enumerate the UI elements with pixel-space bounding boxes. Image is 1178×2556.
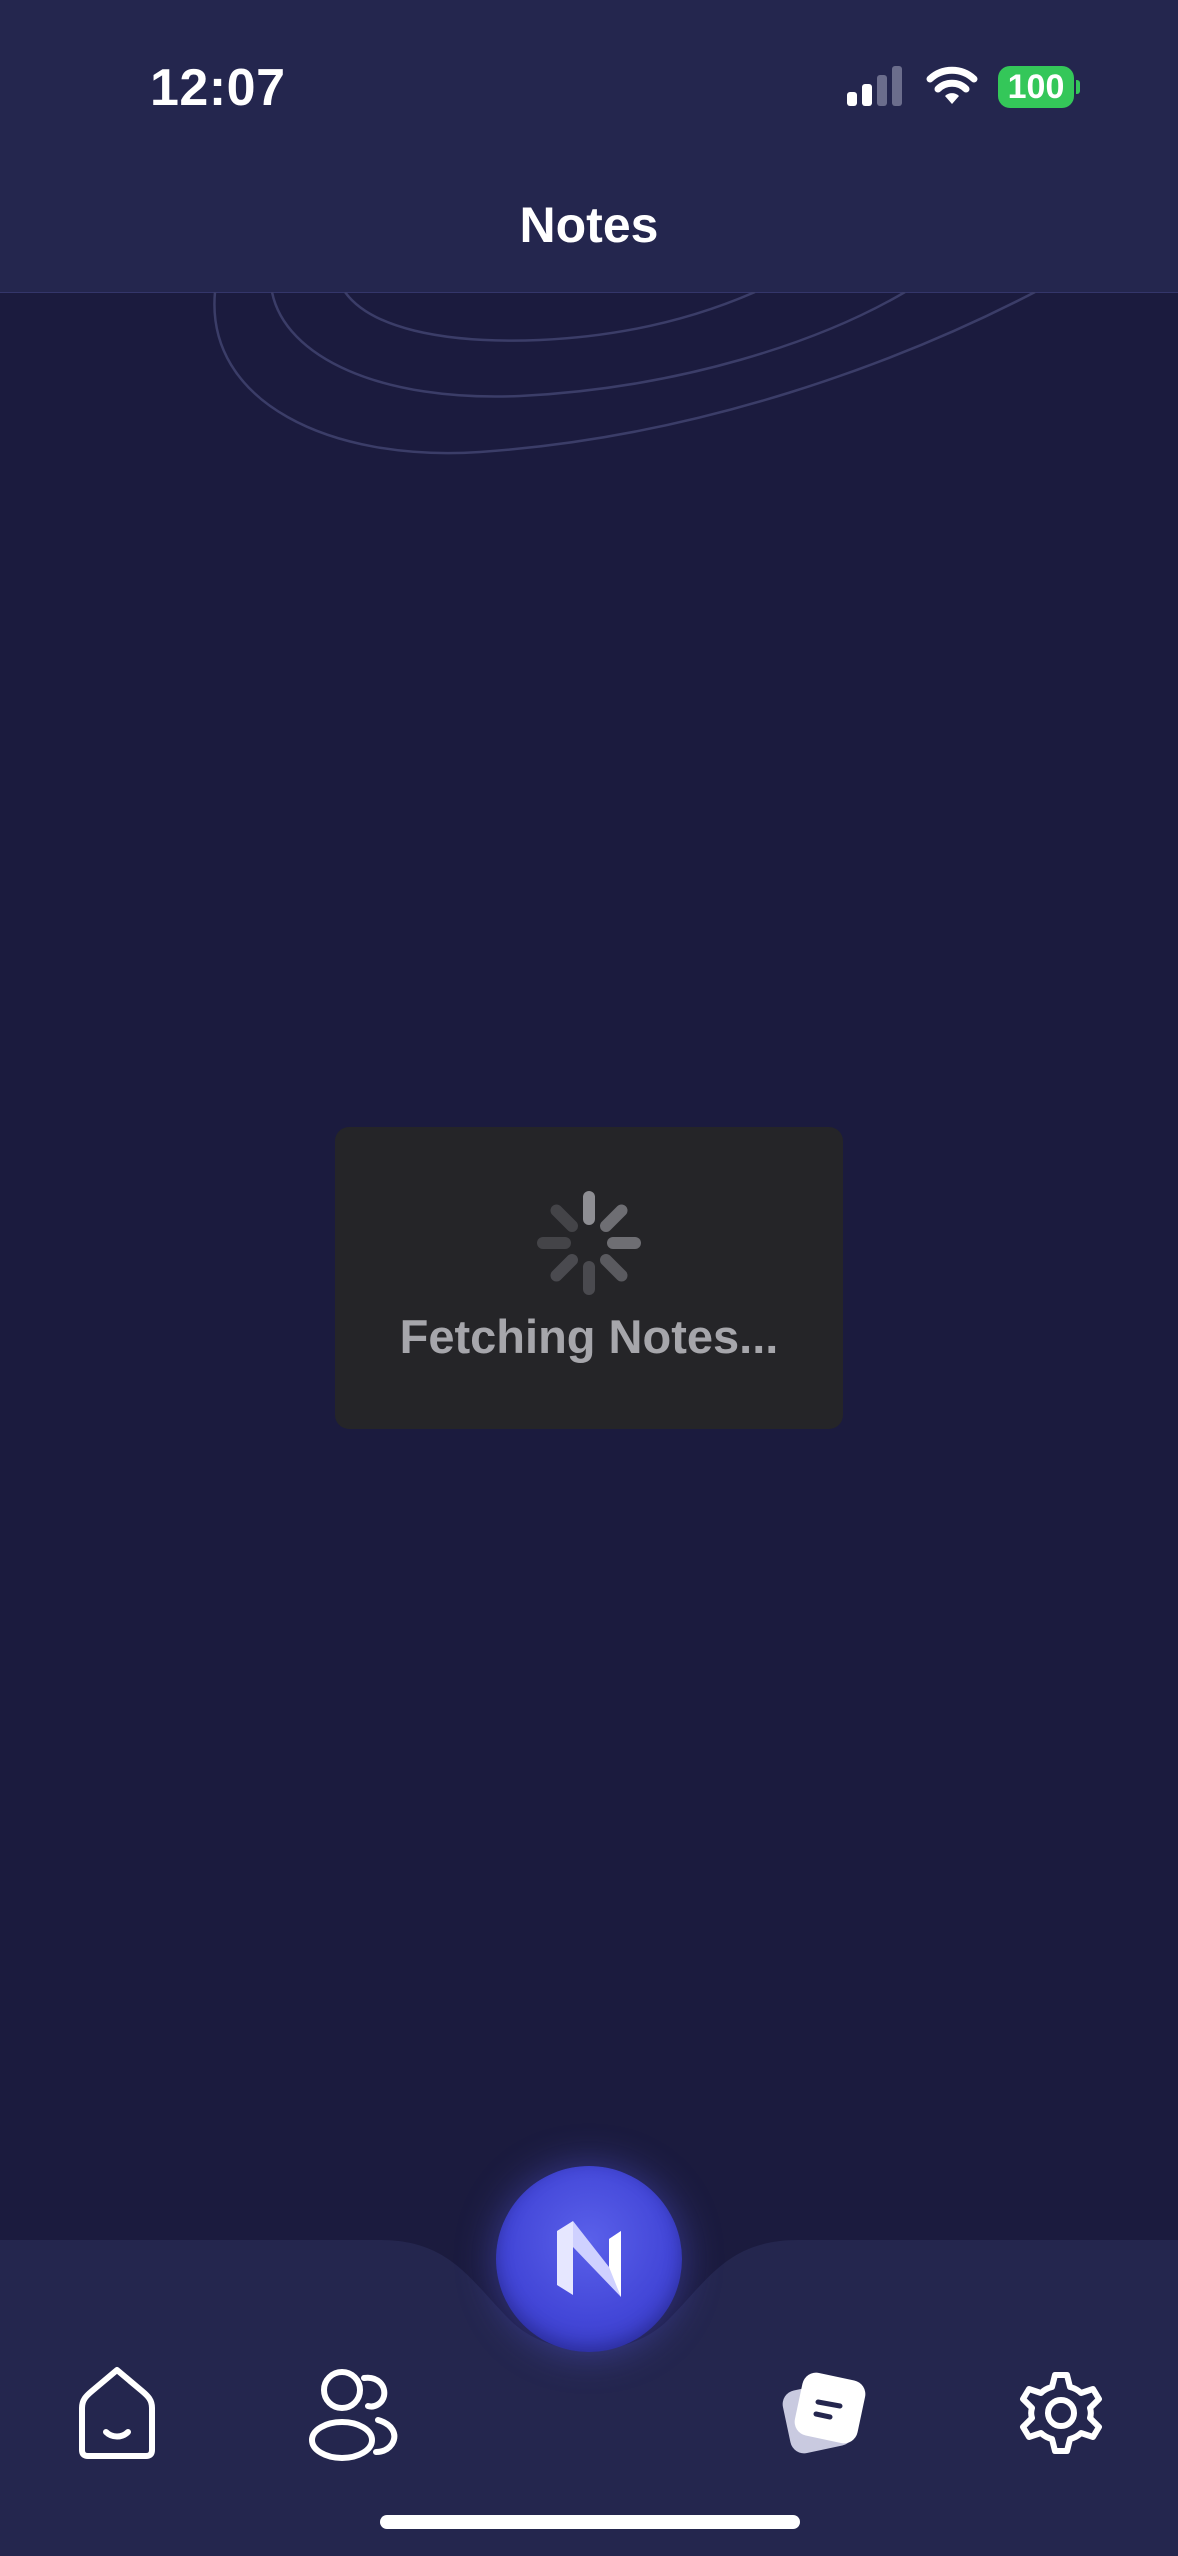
loading-label: Fetching Notes... bbox=[399, 1310, 779, 1363]
tab-contacts[interactable] bbox=[298, 2358, 408, 2468]
tab-notes[interactable] bbox=[768, 2358, 878, 2468]
wifi-icon bbox=[926, 66, 978, 104]
status-time: 12:07 bbox=[150, 59, 286, 117]
loading-spinner-icon bbox=[537, 1191, 641, 1295]
battery-nub bbox=[1076, 80, 1080, 94]
contacts-icon bbox=[309, 2369, 398, 2461]
cellular-signal-icon bbox=[847, 66, 902, 106]
battery-indicator: 100 bbox=[998, 66, 1080, 108]
home-icon bbox=[79, 2367, 155, 2459]
loading-overlay: Fetching Notes... bbox=[335, 1127, 843, 1429]
battery-level: 100 bbox=[998, 66, 1074, 108]
page-title: Notes bbox=[519, 197, 659, 253]
bottom-tab-bar bbox=[0, 2166, 1178, 2556]
decorative-contours bbox=[213, 292, 1036, 455]
tab-settings[interactable] bbox=[1006, 2358, 1116, 2468]
notes-screen: 12:07 100 Notes No Notes Found bbox=[0, 0, 1178, 2556]
notes-icon bbox=[782, 2372, 866, 2454]
app-logo-icon bbox=[557, 2221, 621, 2297]
top-bar: 12:07 100 Notes bbox=[0, 0, 1178, 293]
settings-icon bbox=[1020, 2372, 1102, 2454]
tab-home[interactable] bbox=[62, 2358, 172, 2468]
home-indicator[interactable] bbox=[380, 2515, 800, 2529]
center-action-button[interactable] bbox=[496, 2166, 682, 2352]
